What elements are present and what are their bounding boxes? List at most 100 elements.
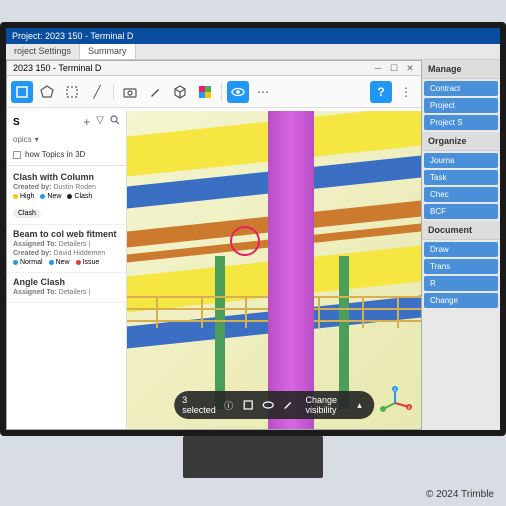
monitor-bezel: Project: 2023 150 - Terminal D roject Se… <box>0 22 506 436</box>
camera-tool-icon[interactable] <box>119 81 141 103</box>
model-window-titlebar: 2023 150 - Terminal D ─ ☐ ✕ <box>7 61 421 76</box>
add-topic-icon[interactable]: + <box>83 115 90 129</box>
ribbon-tab-summary[interactable]: Summary <box>80 44 136 59</box>
isolate-icon[interactable] <box>241 396 255 414</box>
brush-tool-icon[interactable] <box>144 81 166 103</box>
content-area: S + ▽ opics ▾ how Topics in 3D <box>7 111 421 429</box>
minimize-button[interactable]: ─ <box>373 63 383 73</box>
rail-btn-trans[interactable]: Trans <box>424 259 498 274</box>
magenta-column <box>268 111 314 429</box>
rail-btn-task[interactable]: Task <box>424 170 498 185</box>
right-side-rail: Manage Contract Project Project S Organi… <box>422 60 500 430</box>
tag-new: New <box>49 259 70 266</box>
window-controls: ─ ☐ ✕ <box>373 63 415 73</box>
topic-tags: Normal New Issue <box>13 259 120 266</box>
rail-btn-r[interactable]: R <box>424 276 498 291</box>
line-tool-icon[interactable] <box>61 81 83 103</box>
change-visibility-label: Change visibility <box>305 395 353 415</box>
assigned-to-label: Assigned To: <box>13 241 57 248</box>
search-icon[interactable] <box>110 115 120 129</box>
maximize-button[interactable]: ☐ <box>389 63 399 73</box>
created-by-value: Dustin Roden <box>53 184 95 191</box>
monitor-stand <box>183 436 323 478</box>
dot-icon <box>76 260 81 265</box>
eye-tool-icon[interactable] <box>227 81 249 103</box>
dot-icon <box>40 194 45 199</box>
divider <box>7 165 126 166</box>
created-by-label: Created by: <box>13 184 52 191</box>
chevron-down-icon: ▾ <box>35 135 39 144</box>
rail-btn-bcf[interactable]: BCF <box>424 204 498 219</box>
tag-label: New <box>47 193 61 200</box>
topic-chip: Clash <box>13 209 41 218</box>
topic-card[interactable]: Angle Clash Assigned To: Detailers | <box>7 273 126 303</box>
topic-title: Clash with Column <box>13 172 120 182</box>
help-button[interactable]: ? <box>370 81 392 103</box>
rail-btn-change[interactable]: Change <box>424 293 498 308</box>
app-title: Project: 2023 150 - Terminal D <box>12 31 133 41</box>
panel-sub-label: opics <box>13 135 32 144</box>
tag-high: High <box>13 193 34 200</box>
hide-icon[interactable] <box>261 396 275 414</box>
show-in-3d-toggle[interactable]: how Topics in 3D <box>7 146 126 163</box>
dot-icon <box>67 194 72 199</box>
close-button[interactable]: ✕ <box>405 63 415 73</box>
app-screen: Project: 2023 150 - Terminal D roject Se… <box>6 28 500 430</box>
panel-title: S <box>13 117 20 128</box>
topic-meta: Assigned To: Detailers | <box>13 289 120 296</box>
polygon-tool-icon[interactable] <box>36 81 58 103</box>
rail-btn-project-s[interactable]: Project S <box>424 115 498 130</box>
dot-icon <box>49 260 54 265</box>
topics-panel: S + ▽ opics ▾ how Topics in 3D <box>7 111 127 429</box>
rail-btn-check[interactable]: Chec <box>424 187 498 202</box>
rail-section-document: Document <box>422 221 500 240</box>
green-column <box>339 256 349 409</box>
tag-label: Normal <box>20 259 43 266</box>
slash-tool-icon[interactable]: ╱ <box>86 81 108 103</box>
tag-label: Clash <box>74 193 92 200</box>
show-3d-label: how Topics in 3D <box>25 150 85 159</box>
ribbon-tab-settings[interactable]: roject Settings <box>6 44 80 59</box>
topic-meta: Assigned To: Detailers | <box>13 241 120 248</box>
axis-gizmo[interactable]: x z <box>377 385 413 421</box>
panel-header: S + ▽ <box>7 111 126 133</box>
more-tool-icon[interactable]: ⋯ <box>252 81 274 103</box>
toolbar-separator <box>221 83 222 101</box>
topic-meta: Created by: David Hiddemen <box>13 250 120 257</box>
paint-icon[interactable] <box>281 396 295 414</box>
topic-title: Beam to col web fitment <box>13 229 120 239</box>
rail-btn-draw[interactable]: Draw <box>424 242 498 257</box>
toolbar-separator <box>113 83 114 101</box>
assigned-to-label: Assigned To: <box>13 289 57 296</box>
3d-viewport[interactable]: x z 3 selected ⓘ Change visibility ▴ <box>127 111 421 429</box>
assigned-to-value: Detailers | <box>59 241 90 248</box>
dot-icon <box>13 194 18 199</box>
topic-card[interactable]: Beam to col web fitment Assigned To: Det… <box>7 225 126 273</box>
panel-subheader[interactable]: opics ▾ <box>7 133 126 146</box>
topic-card[interactable]: Clash with Column Created by: Dustin Rod… <box>7 168 126 225</box>
selection-count: 3 selected <box>182 395 216 415</box>
rail-section-organize: Organize <box>422 132 500 151</box>
tag-new: New <box>40 193 61 200</box>
rail-btn-contract[interactable]: Contract <box>424 81 498 96</box>
tag-issue: Issue <box>76 259 100 266</box>
color-tool-icon[interactable] <box>194 81 216 103</box>
ribbon: roject Settings Summary <box>6 44 500 60</box>
tag-label: New <box>56 259 70 266</box>
tag-label: Issue <box>83 259 100 266</box>
tag-clash: Clash <box>67 193 92 200</box>
rail-btn-project[interactable]: Project <box>424 98 498 113</box>
dot-icon <box>13 260 18 265</box>
clash-marker-icon[interactable] <box>230 226 260 256</box>
select-tool-icon[interactable] <box>11 81 33 103</box>
topic-meta: Created by: Dustin Roden <box>13 184 120 191</box>
change-visibility-dropdown[interactable]: Change visibility ▴ <box>301 395 365 415</box>
filter-icon[interactable]: ▽ <box>96 115 104 129</box>
rail-btn-journal[interactable]: Journa <box>424 153 498 168</box>
info-icon[interactable]: ⓘ <box>222 396 236 414</box>
created-by-label: Created by: <box>13 250 52 257</box>
tag-label: High <box>20 193 34 200</box>
box-tool-icon[interactable] <box>169 81 191 103</box>
copyright-text: © 2024 Trimble <box>426 489 494 500</box>
overflow-menu-icon[interactable]: ⋮ <box>395 81 417 103</box>
